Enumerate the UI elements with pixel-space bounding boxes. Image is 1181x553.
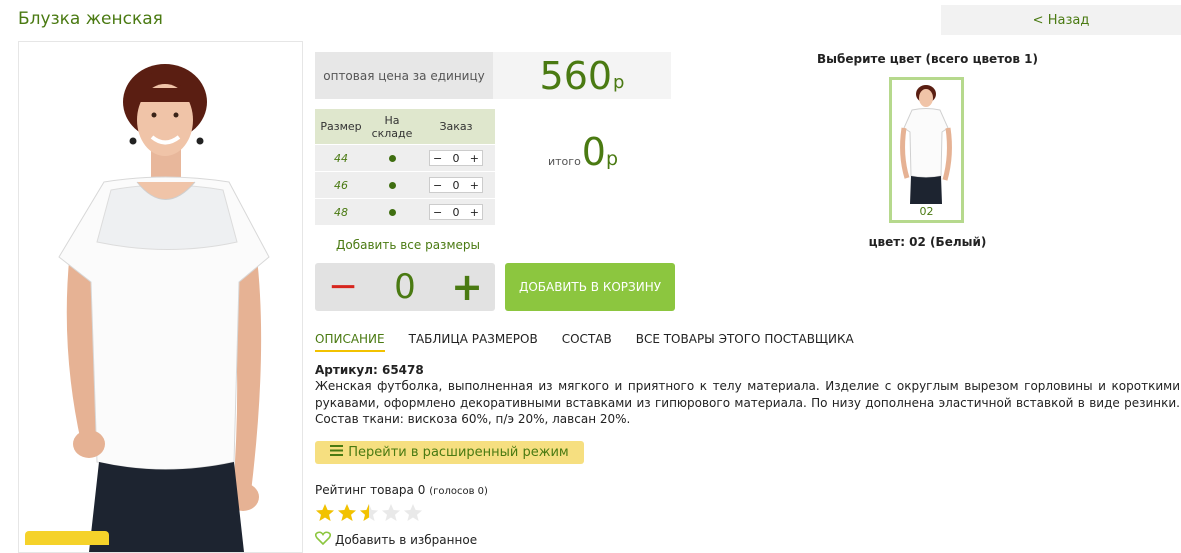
tab-composition[interactable]: СОСТАВ — [562, 332, 612, 352]
article-number: Артикул: 65478 — [315, 363, 424, 377]
product-tabs: ОПИСАНИЕ ТАБЛИЦА РАЗМЕРОВ СОСТАВ ВСЕ ТОВ… — [315, 332, 878, 352]
stepper-value[interactable]: 0 — [453, 152, 460, 165]
add-all-sizes-link[interactable]: Добавить все размеры — [336, 238, 480, 252]
extended-mode-button[interactable]: Перейти в расширенный режим — [315, 441, 584, 464]
quantity-stepper[interactable]: − 0 + — [429, 150, 483, 166]
order-cell: − 0 + — [417, 198, 495, 225]
increase-button[interactable]: + — [439, 263, 495, 311]
product-photo[interactable] — [18, 41, 303, 553]
wholesale-price-label: оптовая цена за единицу — [315, 52, 493, 99]
table-row: 46 − 0 + — [315, 171, 495, 199]
minus-icon[interactable]: − — [433, 152, 442, 165]
star-icon[interactable] — [315, 503, 335, 523]
quantity-value[interactable]: 0 — [371, 267, 439, 307]
promo-tag[interactable] — [25, 531, 109, 545]
in-stock-dot-icon — [388, 208, 396, 216]
list-icon — [330, 445, 344, 460]
star-icon[interactable] — [403, 503, 423, 523]
size-column-header: Размер — [315, 109, 367, 145]
back-button[interactable]: < Назад — [941, 5, 1181, 35]
selected-color-info: цвет: 02 (Белый) — [868, 235, 987, 249]
stepper-value[interactable]: 0 — [453, 179, 460, 192]
order-total: итого 0 р — [548, 130, 618, 174]
total-currency: р — [605, 148, 619, 170]
price-currency: р — [613, 72, 625, 93]
quantity-stepper[interactable]: − 0 + — [429, 204, 483, 220]
product-title: Блузка женская — [18, 9, 163, 29]
in-stock-dot-icon — [388, 154, 396, 162]
minus-icon[interactable]: − — [433, 179, 442, 192]
decrease-button[interactable]: − — [315, 263, 371, 311]
tab-supplier-products[interactable]: ВСЕ ТОВАРЫ ЭТОГО ПОСТАВЩИКА — [636, 332, 854, 352]
size-value: 48 — [315, 198, 367, 225]
swatch-thumbnail — [900, 85, 952, 204]
rating-label: Рейтинг товара 0 — [315, 483, 426, 497]
in-stock-cell — [367, 144, 417, 172]
price-box: 560 р — [493, 52, 671, 99]
product-rating: Рейтинг товара 0 (голосов 0) — [315, 483, 488, 497]
plus-icon[interactable]: + — [470, 179, 479, 192]
size-value: 46 — [315, 171, 367, 199]
star-icon[interactable] — [381, 503, 401, 523]
order-cell: − 0 + — [417, 144, 495, 172]
rating-stars[interactable] — [315, 503, 425, 523]
in-stock-cell — [367, 171, 417, 199]
in-stock-cell — [367, 198, 417, 225]
swatch-code: 02 — [919, 205, 934, 218]
tab-size-table[interactable]: ТАБЛИЦА РАЗМЕРОВ — [409, 332, 538, 352]
plus-icon[interactable]: + — [470, 152, 479, 165]
order-column-header: Заказ — [417, 109, 495, 145]
product-description: Женская футболка, выполненная из мягкого… — [315, 379, 1180, 426]
table-row: 48 − 0 + — [315, 198, 495, 225]
plus-icon[interactable]: + — [470, 206, 479, 219]
star-icon[interactable] — [337, 503, 357, 523]
stepper-value[interactable]: 0 — [453, 206, 460, 219]
size-value: 44 — [315, 144, 367, 172]
add-to-cart-button[interactable]: ДОБАВИТЬ В КОРЗИНУ — [505, 263, 675, 311]
sizes-table: Размер На складе Заказ 44 − 0 + 46 − 0 +… — [315, 109, 495, 225]
stock-column-header: На складе — [367, 109, 417, 145]
quantity-stepper[interactable]: − 0 + — [429, 177, 483, 193]
star-icon[interactable] — [359, 503, 379, 523]
minus-icon[interactable]: − — [433, 206, 442, 219]
price-value: 560 — [539, 53, 613, 98]
tab-description[interactable]: ОПИСАНИЕ — [315, 332, 385, 352]
color-swatch[interactable]: 02 — [889, 77, 964, 223]
in-stock-dot-icon — [388, 181, 396, 189]
order-cell: − 0 + — [417, 171, 495, 199]
color-select-title: Выберите цвет (всего цветов 1) — [817, 52, 1038, 66]
extended-mode-label: Перейти в расширенный режим — [348, 445, 569, 460]
total-value: 0 — [581, 130, 606, 174]
total-label: итого — [548, 155, 581, 168]
table-row: 44 − 0 + — [315, 144, 495, 172]
main-quantity-stepper: − 0 + — [315, 263, 495, 311]
rating-votes: (голосов 0) — [429, 486, 488, 497]
